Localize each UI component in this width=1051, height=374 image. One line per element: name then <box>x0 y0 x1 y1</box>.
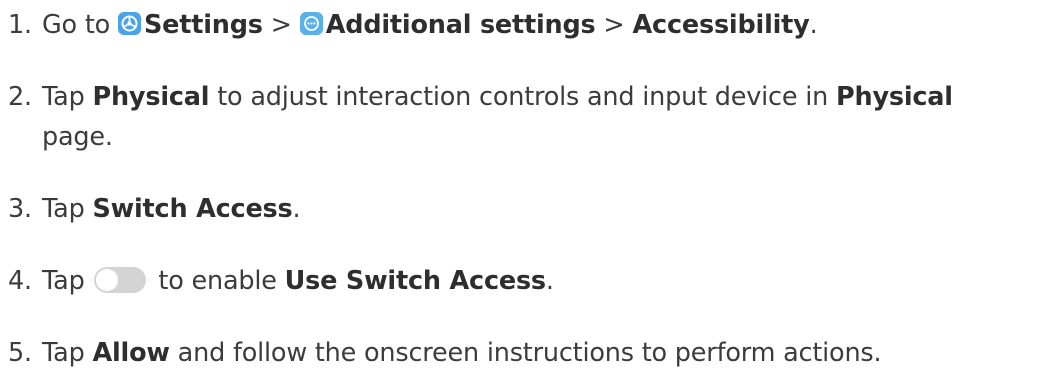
step-text: to enable <box>150 266 285 296</box>
step-text: Tap <box>42 266 93 296</box>
separator: > <box>262 10 300 40</box>
step-text: page. <box>42 122 113 152</box>
step-2-continued: page. <box>8 117 1051 158</box>
step-text: Tap <box>42 194 93 224</box>
step-text: . <box>545 266 554 296</box>
step-text: . <box>809 10 818 40</box>
step-text: to adjust interaction controls and input… <box>209 82 836 112</box>
step-text: Go to <box>42 10 118 40</box>
accessibility-label: Accessibility <box>632 10 810 40</box>
toggle-switch-icon <box>94 267 147 293</box>
step-number: 1. <box>8 10 32 40</box>
step-3: 3. Tap Switch Access. <box>8 189 1048 230</box>
switch-access-label: Switch Access <box>92 194 293 224</box>
step-number: 3. <box>8 194 32 224</box>
step-text: Tap <box>42 338 93 368</box>
step-number: 2. <box>8 82 32 112</box>
step-1: 1. Go to Settings > Additional settings >… <box>8 5 1048 46</box>
separator: > <box>595 10 633 40</box>
physical-label: Physical <box>92 82 210 112</box>
additional-settings-label: Additional settings <box>325 10 596 40</box>
step-text: Tap <box>42 82 93 112</box>
more-icon <box>299 12 323 35</box>
step-4: 4. Tap to enable Use Switch Access. <box>8 261 1048 302</box>
step-text: . <box>292 194 301 224</box>
settings-icon <box>117 12 141 35</box>
step-text: and follow the onscreen instructions to … <box>169 338 882 368</box>
use-switch-access-label: Use Switch Access <box>284 266 546 296</box>
settings-label: Settings <box>143 10 263 40</box>
toggle-knob <box>96 269 119 291</box>
step-2: 2. Tap Physical to adjust interaction con… <box>8 77 1048 118</box>
physical-label: Physical <box>836 82 953 112</box>
step-number: 4. <box>8 266 32 296</box>
allow-label: Allow <box>92 338 170 368</box>
